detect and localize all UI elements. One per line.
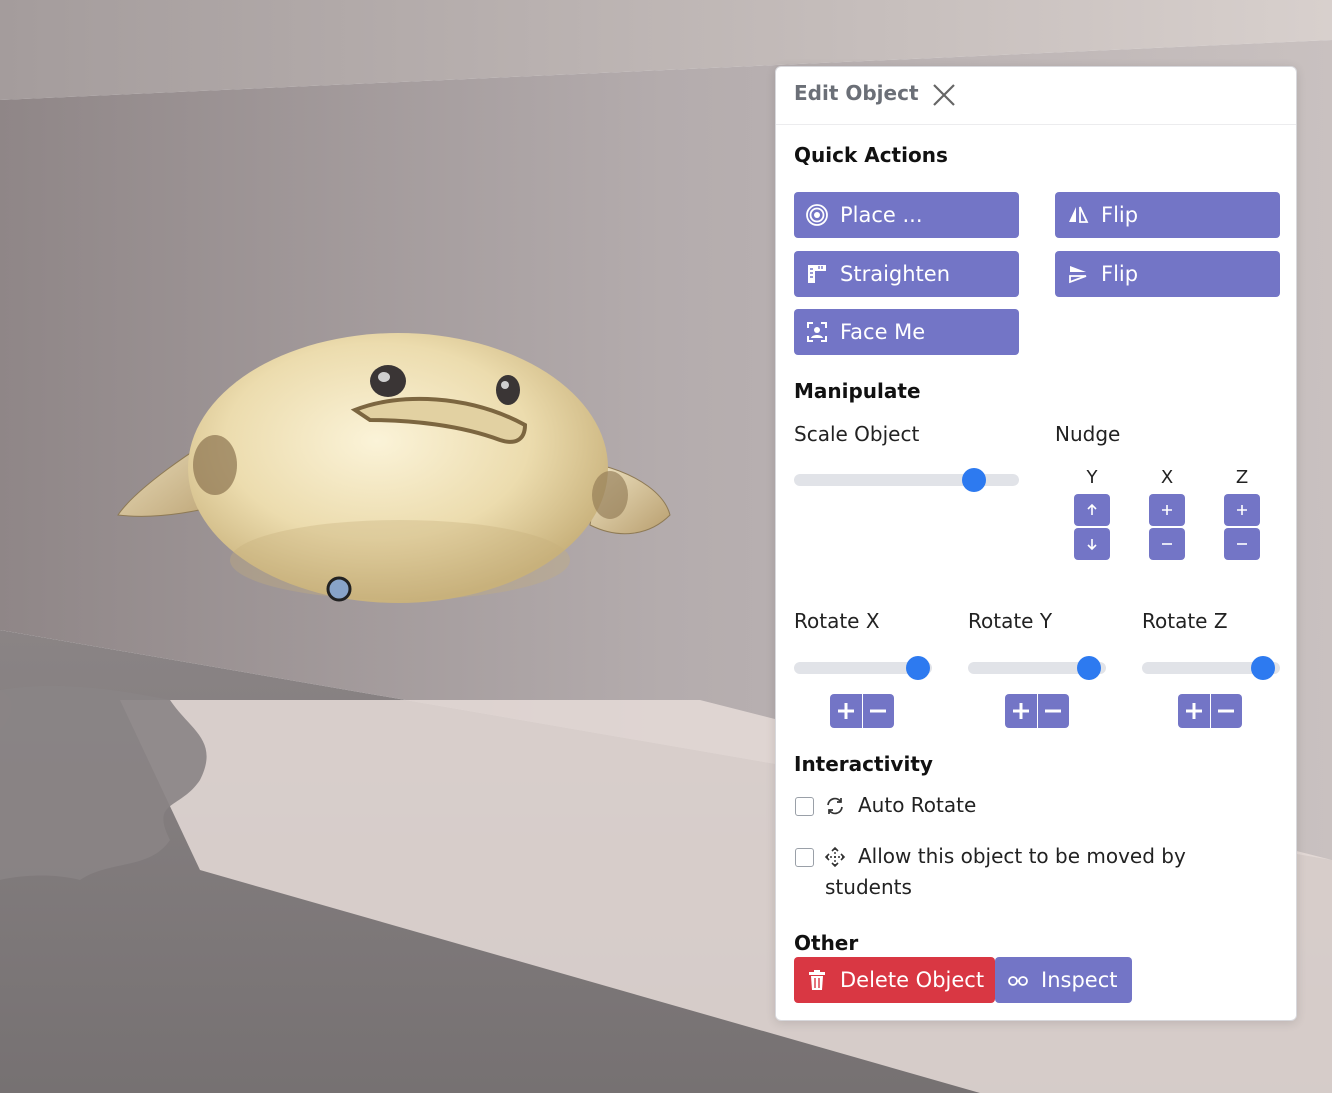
- flip-horizontal-icon: [1067, 204, 1089, 226]
- rotate-y-minus-button[interactable]: [1036, 694, 1069, 728]
- edit-object-panel: Edit Object Quick Actions Place ... Flip…: [775, 66, 1297, 1021]
- arrow-up-icon: [1087, 503, 1097, 515]
- scale-slider-thumb[interactable]: [962, 468, 986, 492]
- rotate-y-label: Rotate Y: [968, 609, 1053, 633]
- other-heading: Other: [794, 931, 859, 955]
- nudge-z-minus-button[interactable]: [1224, 528, 1260, 560]
- trash-icon: [806, 969, 828, 991]
- flip-vertical-label: Flip: [1101, 262, 1139, 286]
- minus-icon: [1162, 543, 1172, 545]
- straighten-button[interactable]: Straighten: [794, 251, 1019, 297]
- plus-icon: [837, 703, 854, 719]
- nudge-label: Nudge: [1055, 422, 1121, 446]
- place-button[interactable]: Place ...: [794, 192, 1019, 238]
- rotate-x-label: Rotate X: [794, 609, 880, 633]
- nudge-x-minus-button[interactable]: [1149, 528, 1185, 560]
- scale-slider[interactable]: [794, 468, 1019, 492]
- rotate-x-minus-button[interactable]: [861, 694, 894, 728]
- plus-icon: [1185, 703, 1202, 719]
- delete-object-button[interactable]: Delete Object: [794, 957, 995, 1003]
- nudge-y-up-button[interactable]: [1074, 494, 1110, 526]
- allow-move-label-line2: students: [825, 875, 912, 899]
- minus-icon: [870, 709, 887, 713]
- pivot-handle: [326, 576, 352, 602]
- inspect-button[interactable]: Inspect: [995, 957, 1132, 1003]
- panel-header: Edit Object: [776, 67, 1296, 125]
- flip-horizontal-button[interactable]: Flip: [1055, 192, 1280, 238]
- nudge-axis-x: X: [1160, 467, 1174, 488]
- place-button-label: Place ...: [840, 203, 923, 227]
- plus-icon: [1162, 505, 1172, 515]
- ruler-icon: [806, 263, 828, 285]
- nudge-x-plus-button[interactable]: [1149, 494, 1185, 526]
- flip-vertical-icon: [1067, 263, 1089, 285]
- auto-rotate-label: Auto Rotate: [858, 793, 977, 817]
- target-icon: [806, 204, 828, 226]
- inspect-label: Inspect: [1041, 968, 1118, 992]
- rotate-icon: [824, 795, 846, 817]
- rotate-x-slider[interactable]: [794, 656, 932, 680]
- nudge-axis-z: Z: [1235, 467, 1249, 488]
- auto-rotate-checkbox[interactable]: [795, 797, 814, 816]
- rotate-y-thumb[interactable]: [1077, 656, 1102, 680]
- plus-icon: [1012, 703, 1029, 719]
- rotate-z-slider[interactable]: [1142, 656, 1280, 680]
- rotate-z-plus-button[interactable]: [1178, 694, 1210, 728]
- rotate-x-stepper: [830, 694, 894, 728]
- rotate-x-thumb[interactable]: [906, 656, 931, 680]
- glasses-icon: [1007, 969, 1029, 991]
- straighten-label: Straighten: [840, 262, 951, 286]
- minus-icon: [1218, 709, 1235, 713]
- face-frame-icon: [806, 321, 828, 343]
- plus-icon: [1237, 505, 1247, 515]
- quick-actions-heading: Quick Actions: [794, 143, 948, 167]
- minus-icon: [1237, 543, 1247, 545]
- manipulate-heading: Manipulate: [794, 379, 921, 403]
- nudge-axis-y: Y: [1086, 467, 1098, 488]
- panel-title: Edit Object: [794, 81, 919, 105]
- close-icon[interactable]: [932, 83, 956, 107]
- rotate-y-plus-button[interactable]: [1005, 694, 1037, 728]
- move-icon: [824, 846, 846, 868]
- nudge-z-plus-button[interactable]: [1224, 494, 1260, 526]
- rotate-x-plus-button[interactable]: [830, 694, 862, 728]
- rotate-y-slider[interactable]: [968, 656, 1106, 680]
- arrow-down-icon: [1087, 539, 1097, 551]
- minus-icon: [1045, 709, 1062, 713]
- nudge-y-down-button[interactable]: [1074, 528, 1110, 560]
- allow-move-checkbox[interactable]: [795, 848, 814, 867]
- face-me-label: Face Me: [840, 320, 926, 344]
- interactivity-heading: Interactivity: [794, 752, 933, 776]
- flip-vertical-button[interactable]: Flip: [1055, 251, 1280, 297]
- delete-object-label: Delete Object: [840, 968, 985, 992]
- allow-move-label-line1: Allow this object to be moved by: [858, 844, 1186, 868]
- rotate-z-thumb[interactable]: [1251, 656, 1276, 680]
- rotate-y-stepper: [1005, 694, 1069, 728]
- rotate-z-stepper: [1178, 694, 1242, 728]
- rotate-z-label: Rotate Z: [1142, 609, 1228, 633]
- rotate-z-minus-button[interactable]: [1209, 694, 1242, 728]
- face-me-button[interactable]: Face Me: [794, 309, 1019, 355]
- scale-object-label: Scale Object: [794, 422, 920, 446]
- flip-horizontal-label: Flip: [1101, 203, 1139, 227]
